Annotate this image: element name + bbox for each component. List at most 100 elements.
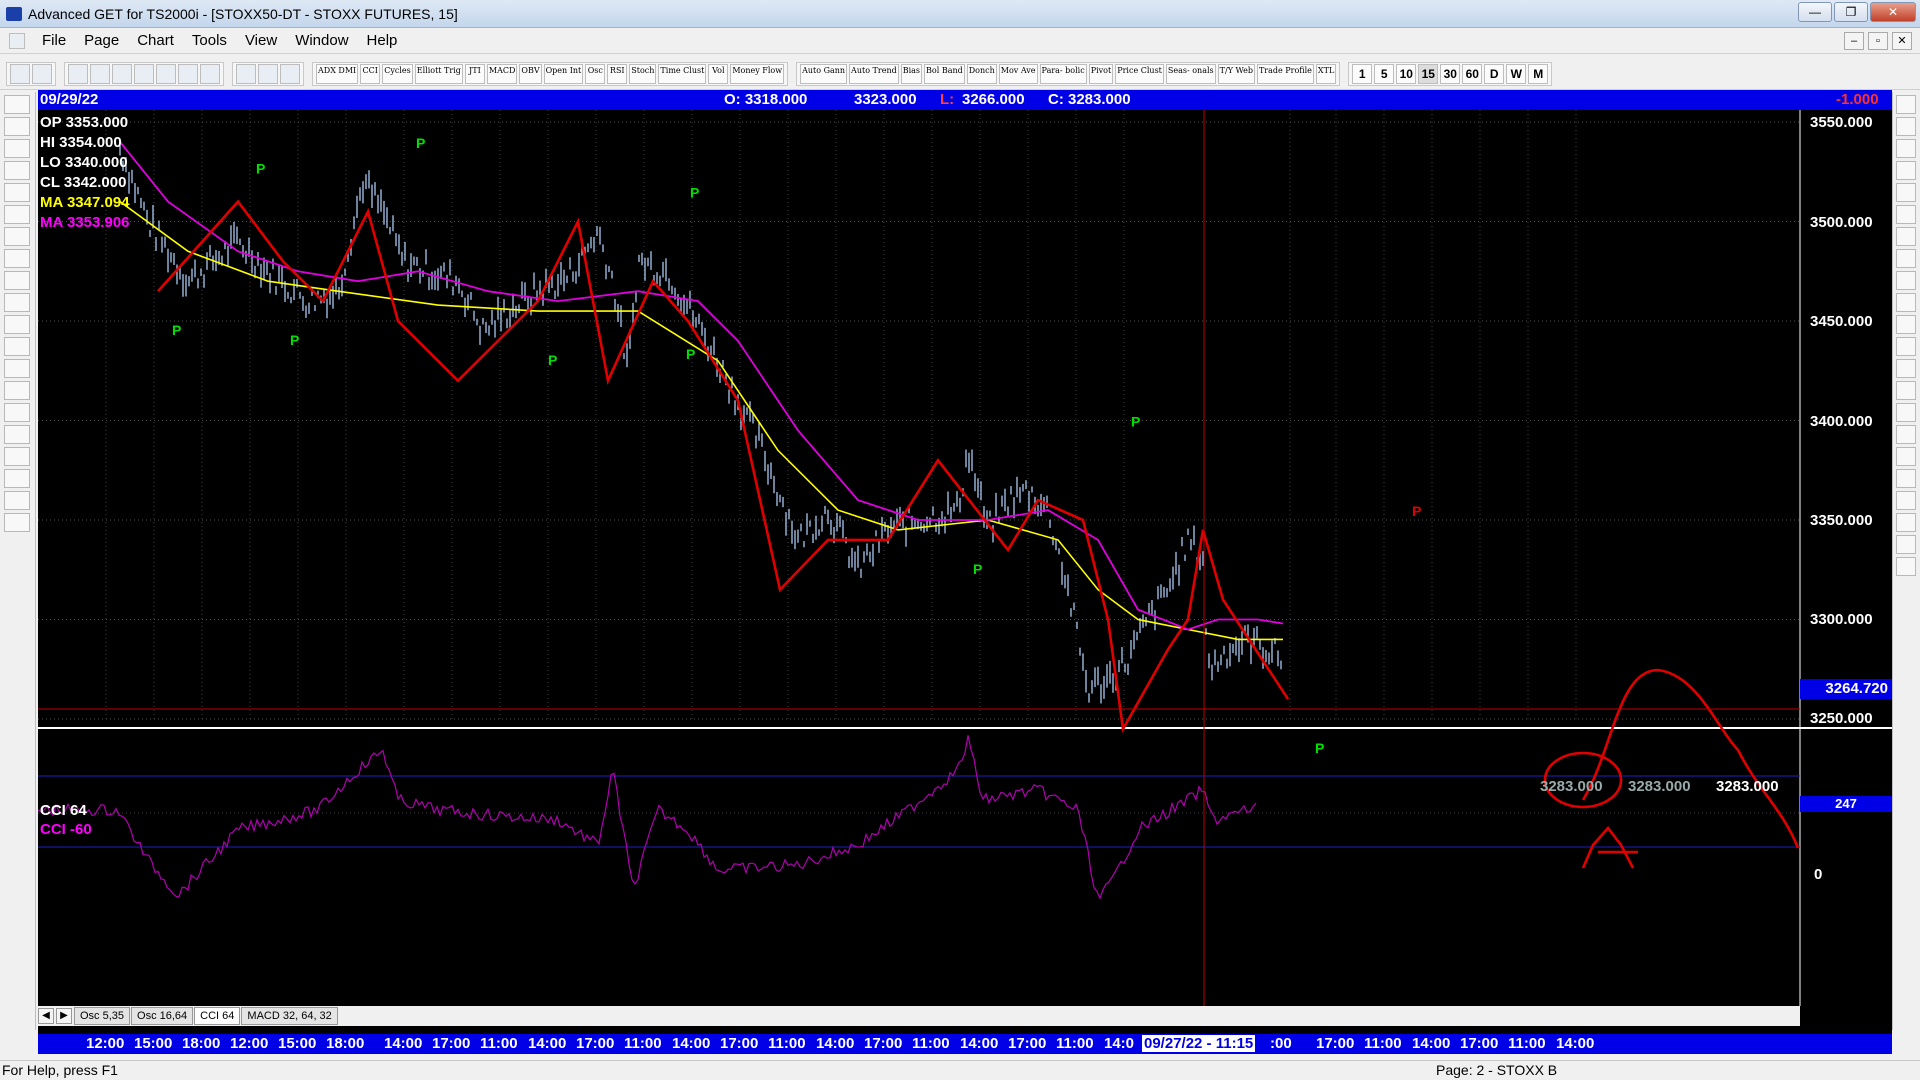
drawing-tool-icon[interactable] <box>4 139 30 158</box>
study-button[interactable]: MACD <box>486 63 518 84</box>
analysis-tool-icon[interactable] <box>1896 227 1916 246</box>
study-button[interactable]: Auto Gann <box>800 63 848 84</box>
timeframe-button[interactable]: 10 <box>1396 63 1417 84</box>
drawing-tool-icon[interactable] <box>4 293 30 312</box>
study-button[interactable]: Osc <box>585 63 606 84</box>
chart-window[interactable]: 09/29/22 O: 3318.000 3323.000 L: 3266.00… <box>38 90 1892 1054</box>
pin-icon[interactable] <box>10 63 30 84</box>
drawing-tool-icon[interactable] <box>4 491 30 510</box>
print-preview-icon[interactable] <box>112 63 132 84</box>
minimize-button[interactable]: — <box>1798 2 1832 22</box>
drawing-tool-icon[interactable] <box>4 447 30 466</box>
timeframe-button[interactable]: 1 <box>1352 63 1373 84</box>
analysis-tool-icon[interactable] <box>1896 381 1916 400</box>
analysis-tool-icon[interactable] <box>1896 337 1916 356</box>
analysis-tool-icon[interactable] <box>1896 513 1916 532</box>
drawing-tool-icon[interactable] <box>4 425 30 444</box>
study-button[interactable]: Price Clust <box>1115 63 1164 84</box>
tab-prev-button[interactable]: ◀ <box>38 1008 54 1024</box>
drawing-tool-icon[interactable] <box>4 227 30 246</box>
mdi-restore-button[interactable]: ▫ <box>1868 32 1888 50</box>
drawing-tool-icon[interactable] <box>4 359 30 378</box>
print-icon[interactable] <box>236 63 256 84</box>
menu-chart[interactable]: Chart <box>128 32 183 49</box>
mdi-minimize-button[interactable]: – <box>1844 32 1864 50</box>
maximize-button[interactable]: ❐ <box>1834 2 1868 22</box>
timeframe-button[interactable]: 60 <box>1462 63 1483 84</box>
drawing-tool-icon[interactable] <box>4 469 30 488</box>
new-page-icon[interactable] <box>68 63 88 84</box>
analysis-tool-icon[interactable] <box>1896 183 1916 202</box>
analysis-tool-icon[interactable] <box>1896 447 1916 466</box>
drawing-tool-icon[interactable] <box>4 271 30 290</box>
analysis-tool-icon[interactable] <box>1896 425 1916 444</box>
drawing-tool-icon[interactable] <box>4 403 30 422</box>
study-button[interactable]: Cycles <box>382 63 413 84</box>
study-button[interactable]: OBV <box>519 63 542 84</box>
study-button[interactable]: Open Int <box>543 63 584 84</box>
drawing-tool-icon[interactable] <box>4 183 30 202</box>
study-button[interactable]: Vol <box>708 63 729 84</box>
study-button[interactable]: Bias <box>900 63 923 84</box>
refresh-icon[interactable] <box>134 63 154 84</box>
analysis-tool-icon[interactable] <box>1896 95 1916 114</box>
analysis-tool-icon[interactable] <box>1896 161 1916 180</box>
analysis-tool-icon[interactable] <box>1896 249 1916 268</box>
study-button[interactable]: Time Clust <box>658 63 707 84</box>
analysis-tool-icon[interactable] <box>1896 315 1916 334</box>
study-button[interactable]: T/Y Web <box>1217 63 1255 84</box>
analysis-tool-icon[interactable] <box>1896 271 1916 290</box>
drawing-tool-icon[interactable] <box>4 161 30 180</box>
timeframe-button[interactable]: W <box>1506 63 1527 84</box>
study-button[interactable]: Auto Trend <box>849 63 899 84</box>
tab-osc-5-35[interactable]: Osc 5,35 <box>74 1007 131 1025</box>
mdi-close-button[interactable]: ✕ <box>1892 32 1912 50</box>
study-button[interactable]: Donch <box>966 63 997 84</box>
study-button[interactable]: Mov Ave <box>998 63 1038 84</box>
analysis-tool-icon[interactable] <box>1896 491 1916 510</box>
study-button[interactable]: Para- bolic <box>1039 63 1087 84</box>
study-button[interactable]: XTL <box>1315 63 1337 84</box>
drawing-tool-icon[interactable] <box>4 513 30 532</box>
study-button[interactable]: Trade Profile <box>1256 63 1314 84</box>
drawing-tool-icon[interactable] <box>4 205 30 224</box>
menu-view[interactable]: View <box>236 32 286 49</box>
copy-page-icon[interactable] <box>90 63 110 84</box>
menu-help[interactable]: Help <box>358 32 407 49</box>
study-button[interactable]: Money Flow <box>730 63 785 84</box>
analysis-tool-icon[interactable] <box>1896 403 1916 422</box>
grid-icon[interactable] <box>178 63 198 84</box>
close-button[interactable]: ✕ <box>1870 2 1916 22</box>
analysis-tool-icon[interactable] <box>1896 205 1916 224</box>
drawing-tool-icon[interactable] <box>4 117 30 136</box>
tab-macd[interactable]: MACD 32, 64, 32 <box>241 1007 338 1025</box>
study-button[interactable]: JTI <box>464 63 485 84</box>
timeframe-button[interactable]: D <box>1484 63 1505 84</box>
study-button[interactable]: Stoch <box>629 63 657 84</box>
analysis-tool-icon[interactable] <box>1896 469 1916 488</box>
study-button[interactable]: Pivot <box>1088 63 1114 84</box>
drawing-tool-icon[interactable] <box>4 381 30 400</box>
layout-icon[interactable] <box>156 63 176 84</box>
menu-page[interactable]: Page <box>75 32 128 49</box>
menu-file[interactable]: File <box>33 32 75 49</box>
document-icon[interactable] <box>9 32 25 49</box>
hint-icon[interactable] <box>258 63 278 84</box>
tile-icon[interactable] <box>200 63 220 84</box>
price-chart-canvas[interactable]: P P P P P P P P P P P <box>38 110 1892 1006</box>
menu-window[interactable]: Window <box>286 32 357 49</box>
tab-next-button[interactable]: ▶ <box>56 1008 72 1024</box>
tab-cci-64[interactable]: CCI 64 <box>194 1007 241 1025</box>
analysis-tool-icon[interactable] <box>1896 535 1916 554</box>
analysis-tool-icon[interactable] <box>1896 139 1916 158</box>
timeframe-button[interactable]: 30 <box>1440 63 1461 84</box>
drawing-tool-icon[interactable] <box>4 95 30 114</box>
open-icon[interactable] <box>32 63 52 84</box>
drawing-tool-icon[interactable] <box>4 337 30 356</box>
analysis-tool-icon[interactable] <box>1896 293 1916 312</box>
timeframe-button[interactable]: 15 <box>1418 63 1439 84</box>
study-button[interactable]: Bol Band <box>924 63 965 84</box>
timeframe-button[interactable]: M <box>1528 63 1549 84</box>
tab-osc-16-64[interactable]: Osc 16,64 <box>131 1007 194 1025</box>
study-button[interactable]: Seas- onals <box>1165 63 1216 84</box>
